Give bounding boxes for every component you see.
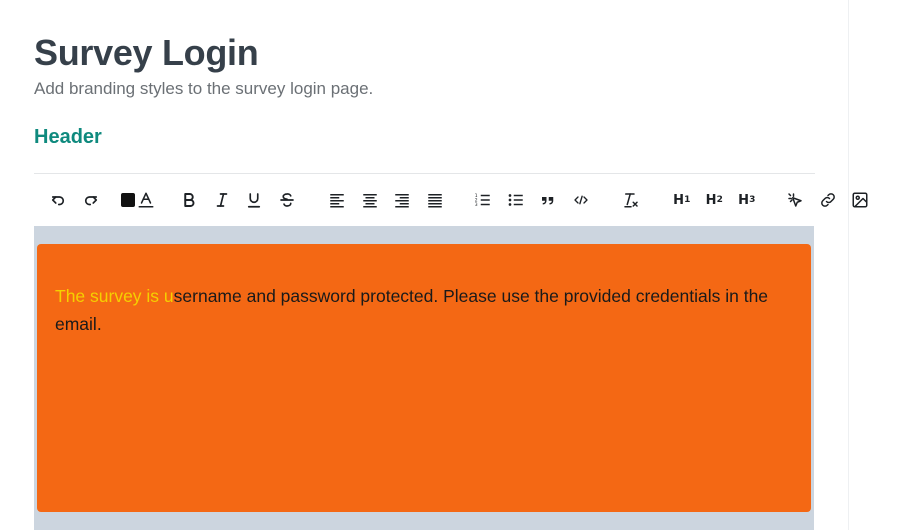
heading-3-level: 3: [749, 195, 756, 205]
align-justify-button[interactable]: [419, 184, 452, 216]
align-left-icon: [330, 194, 344, 208]
ordered-list-button[interactable]: 123: [467, 184, 500, 216]
heading-2-button[interactable]: H2: [698, 184, 731, 216]
heading-1-button[interactable]: H1: [666, 184, 699, 216]
editor-paragraph[interactable]: The survey is username and password prot…: [55, 282, 771, 338]
align-group: [313, 174, 459, 226]
ordered-list-icon: 123: [475, 193, 490, 208]
page-title: Survey Login: [34, 32, 259, 73]
align-right-icon: [395, 194, 409, 208]
bullet-list-button[interactable]: [500, 184, 533, 216]
image-icon: [852, 192, 868, 208]
block-group: 123: [459, 174, 605, 226]
blockquote-icon: [542, 197, 554, 205]
cursor-click-icon: [788, 193, 802, 207]
align-center-icon: [363, 194, 377, 208]
align-right-button[interactable]: [386, 184, 419, 216]
insert-group: [771, 174, 885, 226]
underline-button[interactable]: [238, 184, 271, 216]
align-justify-icon: [428, 194, 442, 208]
clear-formatting-icon: [624, 193, 638, 208]
history-group: [34, 174, 111, 226]
cursor-click-button[interactable]: [779, 184, 812, 216]
link-button[interactable]: [812, 184, 845, 216]
bold-icon: [184, 193, 195, 207]
heading-group: H1 H2 H3: [658, 174, 772, 226]
strikethrough-button[interactable]: [271, 184, 304, 216]
underline-icon: [248, 193, 261, 208]
format-group: [163, 174, 313, 226]
section-title-header: Header: [34, 126, 102, 148]
heading-1-label: H: [673, 192, 685, 208]
redo-button[interactable]: [75, 184, 108, 216]
redo-icon: [84, 196, 97, 206]
italic-button[interactable]: [206, 184, 239, 216]
align-center-button[interactable]: [354, 184, 387, 216]
heading-3-label: H: [738, 192, 750, 208]
link-icon: [820, 193, 835, 207]
page-subtitle: Add branding styles to the survey login …: [34, 79, 374, 98]
editor-toolbar: 123 H1 H2 H3: [34, 173, 868, 226]
code-button[interactable]: [565, 184, 598, 216]
svg-text:3: 3: [475, 202, 478, 208]
blockquote-button[interactable]: [532, 184, 565, 216]
heading-2-level: 2: [716, 195, 723, 205]
heading-1-level: 1: [684, 195, 691, 205]
undo-button[interactable]: [42, 184, 75, 216]
highlighted-text: The survey is u: [55, 286, 174, 306]
text-color-icon: [138, 192, 154, 208]
italic-icon: [216, 193, 228, 207]
heading-3-button[interactable]: H3: [731, 184, 764, 216]
clear-group: [605, 174, 658, 226]
right-divider: [848, 0, 849, 530]
strikethrough-icon: [279, 193, 294, 207]
text-color-swatch[interactable]: [121, 193, 135, 207]
highlight-color-button[interactable]: [135, 184, 157, 216]
align-left-button[interactable]: [321, 184, 354, 216]
image-button[interactable]: [844, 184, 877, 216]
bullet-list-icon: [508, 194, 523, 206]
color-group: [111, 174, 163, 226]
editor-content-area[interactable]: The survey is username and password prot…: [37, 244, 811, 512]
heading-2-label: H: [705, 192, 717, 208]
bold-button[interactable]: [173, 184, 206, 216]
code-icon: [574, 195, 588, 205]
undo-icon: [52, 196, 65, 206]
clear-formatting-button[interactable]: [615, 184, 648, 216]
